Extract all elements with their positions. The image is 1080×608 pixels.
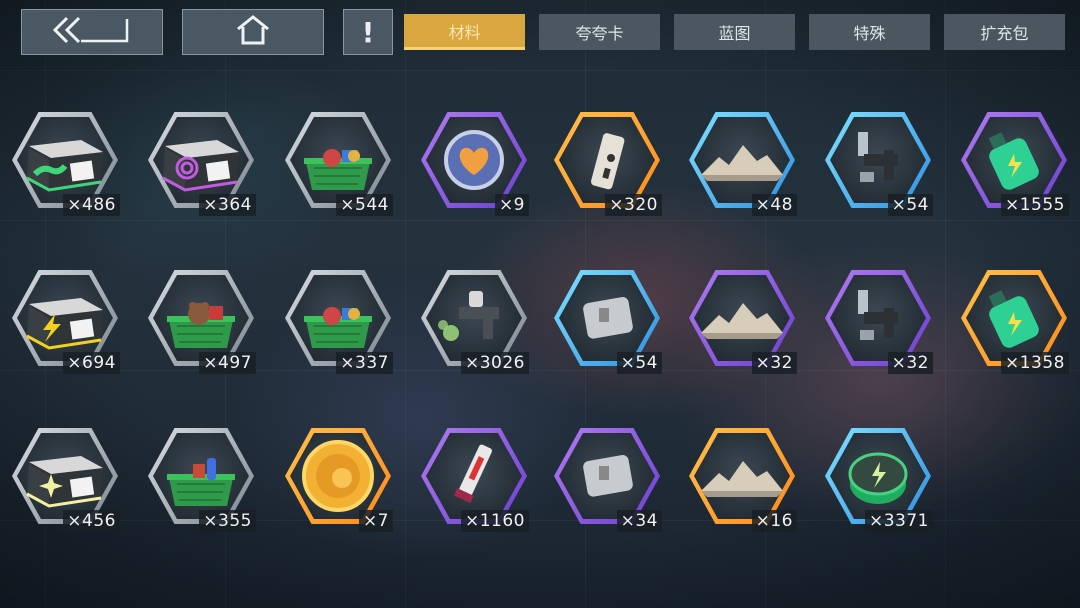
- inventory-item[interactable]: ×694: [12, 270, 120, 374]
- tab-label: 特殊: [853, 24, 886, 43]
- tab-label: 夸夸卡: [575, 24, 624, 43]
- item-quantity: ×337: [336, 352, 393, 374]
- inventory-item[interactable]: ×1555: [961, 112, 1069, 216]
- item-quantity: ×456: [63, 510, 120, 532]
- tab-expansion-packs[interactable]: 扩充包: [944, 14, 1065, 50]
- item-quantity: ×1160: [460, 510, 529, 532]
- home-button[interactable]: [182, 9, 324, 55]
- item-quantity: ×32: [751, 352, 797, 374]
- inventory-item[interactable]: ×355: [148, 428, 256, 532]
- inventory-item[interactable]: ×9: [421, 112, 529, 216]
- tab-praise-cards[interactable]: 夸夸卡: [539, 14, 660, 50]
- inventory-item[interactable]: ×3026: [421, 270, 529, 374]
- back-arrow-icon: [51, 15, 133, 49]
- inventory-item[interactable]: ×16: [689, 428, 797, 532]
- exclamation-icon: !: [361, 15, 375, 49]
- inventory-item[interactable]: ×54: [554, 270, 662, 374]
- alert-button[interactable]: !: [343, 9, 393, 55]
- item-quantity: ×32: [887, 352, 933, 374]
- item-quantity: ×1555: [1000, 194, 1069, 216]
- item-quantity: ×54: [887, 194, 933, 216]
- inventory-item[interactable]: ×32: [825, 270, 933, 374]
- item-quantity: ×34: [616, 510, 662, 532]
- item-quantity: ×320: [605, 194, 662, 216]
- item-quantity: ×16: [751, 510, 797, 532]
- item-quantity: ×48: [751, 194, 797, 216]
- inventory-item[interactable]: ×497: [148, 270, 256, 374]
- inventory-item[interactable]: ×32: [689, 270, 797, 374]
- item-quantity: ×364: [199, 194, 256, 216]
- inventory-item[interactable]: ×456: [12, 428, 120, 532]
- inventory-item[interactable]: ×544: [285, 112, 393, 216]
- item-quantity: ×7: [358, 510, 393, 532]
- inventory-item[interactable]: ×48: [689, 112, 797, 216]
- inventory-item[interactable]: ×3371: [825, 428, 933, 532]
- item-quantity: ×1358: [1000, 352, 1069, 374]
- back-button[interactable]: [21, 9, 163, 55]
- item-quantity: ×355: [199, 510, 256, 532]
- tab-label: 材料: [448, 22, 481, 42]
- inventory-item[interactable]: ×7: [285, 428, 393, 532]
- tab-label: 扩充包: [980, 24, 1029, 43]
- item-quantity: ×486: [63, 194, 120, 216]
- item-quantity: ×3026: [460, 352, 529, 374]
- item-quantity: ×54: [616, 352, 662, 374]
- inventory-item[interactable]: ×34: [554, 428, 662, 532]
- inventory-item[interactable]: ×320: [554, 112, 662, 216]
- item-quantity: ×3371: [864, 510, 933, 532]
- tab-special[interactable]: 特殊: [809, 14, 930, 50]
- item-quantity: ×694: [63, 352, 120, 374]
- inventory-item[interactable]: ×486: [12, 112, 120, 216]
- tab-blueprints[interactable]: 蓝图: [674, 14, 795, 50]
- tab-label: 蓝图: [718, 24, 751, 43]
- inventory-item[interactable]: ×1358: [961, 270, 1069, 374]
- item-quantity: ×544: [336, 194, 393, 216]
- item-quantity: ×9: [494, 194, 529, 216]
- item-quantity: ×497: [199, 352, 256, 374]
- home-icon: [235, 14, 271, 50]
- inventory-item[interactable]: ×364: [148, 112, 256, 216]
- inventory-item[interactable]: ×54: [825, 112, 933, 216]
- tab-materials[interactable]: 材料: [404, 14, 525, 50]
- inventory-item[interactable]: ×337: [285, 270, 393, 374]
- inventory-item[interactable]: ×1160: [421, 428, 529, 532]
